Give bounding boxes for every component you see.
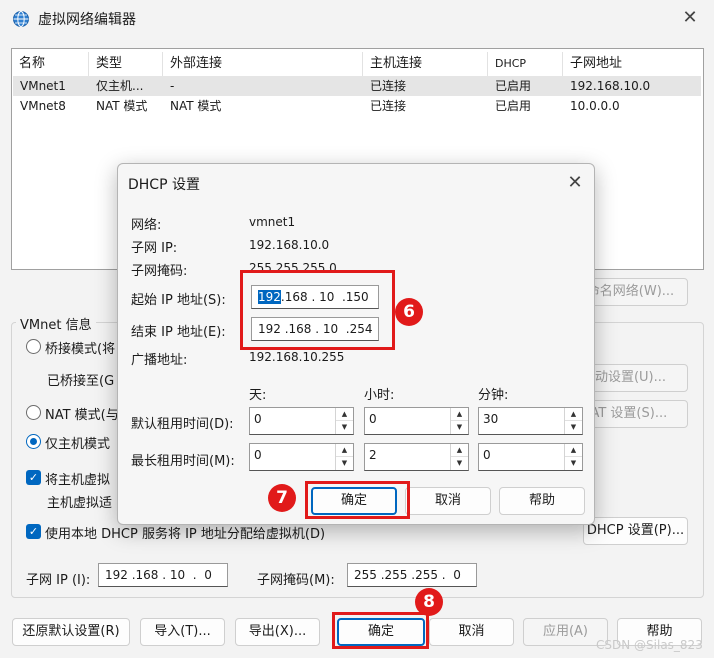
broadcast-label: 广播地址: xyxy=(131,353,188,368)
restore-defaults-button[interactable]: 还原默认设置(R) xyxy=(12,618,130,646)
spin-up-icon[interactable]: ▲ xyxy=(336,408,353,421)
table-row[interactable]: VMnet1 仅主机... - 已连接 已启用 192.168.10.0 xyxy=(13,76,701,96)
spinner-value: 30 xyxy=(483,412,499,426)
default-lease-minutes-spinner[interactable]: 30 ▲ ▼ xyxy=(478,407,583,435)
spin-up-icon[interactable]: ▲ xyxy=(565,444,582,457)
max-lease-days-spinner[interactable]: 0 ▲ ▼ xyxy=(249,443,354,471)
column-header-subnet[interactable]: 子网地址 xyxy=(563,52,688,76)
window-title: 虚拟网络编辑器 xyxy=(38,12,136,28)
annotation-box-ip-range xyxy=(240,270,395,350)
start-ip-label: 起始 IP 地址(S): xyxy=(131,293,226,308)
end-ip-label: 结束 IP 地址(E): xyxy=(131,325,226,340)
spin-down-icon[interactable]: ▼ xyxy=(451,421,468,434)
default-lease-days-spinner[interactable]: 0 ▲ ▼ xyxy=(249,407,354,435)
spin-down-icon[interactable]: ▼ xyxy=(336,421,353,434)
subnet-mask-label: 子网掩码(M): xyxy=(257,573,335,588)
days-column-label: 天: xyxy=(249,388,267,403)
cell-subnet: 10.0.0.0 xyxy=(570,99,620,113)
annotation-box-main-ok xyxy=(332,612,429,649)
subnet-ip-label: 子网 IP (I): xyxy=(26,573,91,588)
import-button[interactable]: 导入(T)... xyxy=(140,618,225,646)
column-header-name[interactable]: 名称 xyxy=(12,52,89,76)
max-lease-label: 最长租用时间(M): xyxy=(131,454,235,469)
spinner-value: 0 xyxy=(254,448,262,462)
dialog-subnet-mask-label: 子网掩码: xyxy=(131,264,188,279)
spin-up-icon[interactable]: ▲ xyxy=(451,444,468,457)
minutes-column-label: 分钟: xyxy=(478,388,509,403)
nat-radio[interactable] xyxy=(26,405,41,420)
network-globe-icon xyxy=(13,11,29,27)
cell-type: NAT 模式 xyxy=(96,99,148,113)
dialog-title: DHCP 设置 xyxy=(128,177,200,193)
spinner-value: 2 xyxy=(369,448,377,462)
spin-up-icon[interactable]: ▲ xyxy=(336,444,353,457)
host-only-radio[interactable] xyxy=(26,434,41,449)
cancel-button[interactable]: 取消 xyxy=(429,618,514,646)
annotation-marker-7: 7 xyxy=(268,484,296,512)
annotation-marker-6: 6 xyxy=(395,298,423,326)
column-header-external[interactable]: 外部连接 xyxy=(163,52,363,76)
spinner-value: 0 xyxy=(369,412,377,426)
spin-up-icon[interactable]: ▲ xyxy=(565,408,582,421)
adapter-name-label: 主机虚拟适 xyxy=(47,496,113,511)
spin-down-icon[interactable]: ▼ xyxy=(565,421,582,434)
cell-name: VMnet1 xyxy=(20,79,66,93)
cell-type: 仅主机... xyxy=(96,79,144,93)
cell-host-connection: 已连接 xyxy=(370,79,407,93)
network-value: vmnet1 xyxy=(249,215,296,229)
table-row[interactable]: VMnet8 NAT 模式 NAT 模式 已连接 已启用 10.0.0.0 xyxy=(13,96,701,116)
cell-subnet: 192.168.10.0 xyxy=(570,79,651,93)
connect-adapter-label: 将主机虚拟 xyxy=(45,473,111,488)
spinner-value: 0 xyxy=(254,412,262,426)
use-dhcp-checkbox[interactable]: ✓ xyxy=(26,524,41,539)
cell-dhcp: 已启用 xyxy=(495,99,532,113)
dialog-subnet-ip-label: 子网 IP: xyxy=(131,241,178,256)
use-dhcp-label: 使用本地 DHCP 服务将 IP 地址分配给虚拟机(D) xyxy=(45,527,326,542)
bridged-to-label: 已桥接至(G xyxy=(47,374,115,389)
cell-external: NAT 模式 xyxy=(170,99,222,113)
dialog-subnet-ip-value: 192.168.10.0 xyxy=(249,238,330,252)
spin-down-icon[interactable]: ▼ xyxy=(451,457,468,470)
column-header-type[interactable]: 类型 xyxy=(89,52,163,76)
cell-dhcp: 已启用 xyxy=(495,79,532,93)
broadcast-value: 192.168.10.255 xyxy=(249,350,345,364)
subnet-ip-field[interactable]: 192 .168 . 10 . 0 xyxy=(98,563,228,587)
nat-label: NAT 模式(与 xyxy=(45,408,119,423)
spin-up-icon[interactable]: ▲ xyxy=(451,408,468,421)
cell-host-connection: 已连接 xyxy=(370,99,407,113)
dialog-cancel-button[interactable]: 取消 xyxy=(405,487,491,515)
annotation-box-dialog-ok xyxy=(305,481,410,519)
max-lease-hours-spinner[interactable]: 2 ▲ ▼ xyxy=(364,443,469,471)
cell-external: - xyxy=(170,79,175,93)
hours-column-label: 小时: xyxy=(364,388,395,403)
watermark: CSDN @Silas_823 xyxy=(596,638,703,652)
dialog-help-button[interactable]: 帮助 xyxy=(499,487,585,515)
host-only-label: 仅主机模式 xyxy=(45,437,111,452)
bridged-label: 桥接模式(将 xyxy=(45,342,116,357)
spinner-value: 0 xyxy=(483,448,491,462)
vmnet-info-label: VMnet 信息 xyxy=(16,314,96,333)
spin-down-icon[interactable]: ▼ xyxy=(336,457,353,470)
default-lease-hours-spinner[interactable]: 0 ▲ ▼ xyxy=(364,407,469,435)
subnet-mask-field[interactable]: 255 .255 .255 . 0 xyxy=(347,563,477,587)
column-header-dhcp[interactable]: DHCP xyxy=(488,52,563,76)
connect-adapter-checkbox[interactable]: ✓ xyxy=(26,470,41,485)
column-header-host-connection[interactable]: 主机连接 xyxy=(363,52,488,76)
cell-name: VMnet8 xyxy=(20,99,66,113)
annotation-marker-8: 8 xyxy=(415,588,443,616)
bridged-radio[interactable] xyxy=(26,339,41,354)
spin-down-icon[interactable]: ▼ xyxy=(565,457,582,470)
default-lease-label: 默认租用时间(D): xyxy=(131,417,234,432)
window-close-icon[interactable]: ✕ xyxy=(680,8,700,28)
dialog-close-icon[interactable]: ✕ xyxy=(564,172,586,194)
network-label: 网络: xyxy=(131,218,162,233)
dhcp-settings-button[interactable]: DHCP 设置(P)... xyxy=(583,517,688,545)
max-lease-minutes-spinner[interactable]: 0 ▲ ▼ xyxy=(478,443,583,471)
export-button[interactable]: 导出(X)... xyxy=(235,618,320,646)
